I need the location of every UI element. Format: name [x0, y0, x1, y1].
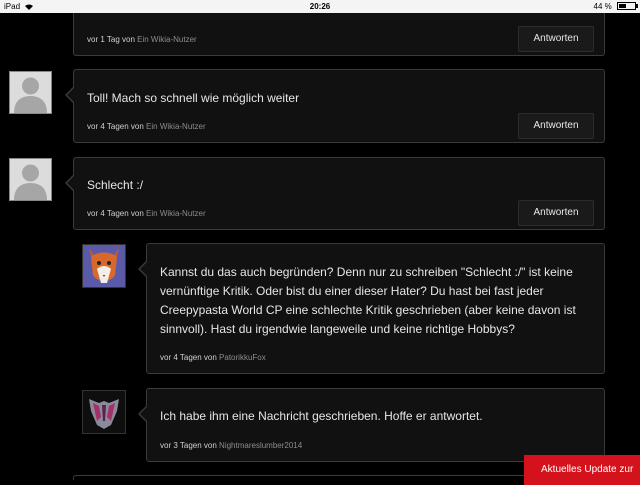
comment-author-link[interactable]: Ein Wikia-Nutzer: [146, 209, 206, 218]
next-comment-edge: [73, 475, 533, 480]
meta-by: von: [122, 35, 135, 44]
reply-time: vor 4 Tagen: [160, 353, 202, 362]
reply: Kannst du das auch begründen? Denn nur z…: [138, 243, 605, 374]
comment-time: vor 1 Tag: [87, 35, 120, 44]
fox-avatar[interactable]: [82, 244, 126, 288]
battery-status: 44 %: [593, 0, 638, 13]
reply-meta: vor 4 Tagen von PatorikkuFox: [160, 353, 266, 362]
comment: Schlecht :/ vor 4 Tagen von Ein Wikia-Nu…: [65, 157, 605, 230]
reply-text: Kannst du das auch begründen? Denn nur z…: [160, 265, 576, 336]
battery-icon: [617, 2, 638, 10]
comment-time: vor 4 Tagen: [87, 209, 129, 218]
comment-time: vor 4 Tagen: [87, 122, 129, 131]
meta-by: von: [203, 441, 217, 450]
speech-arrow: [65, 86, 75, 104]
comment-meta: vor 4 Tagen von Ein Wikia-Nutzer: [87, 209, 206, 218]
reply-meta: vor 3 Tagen von Nightmareslumber2014: [160, 441, 302, 450]
comment-author-link[interactable]: Ein Wikia-Nutzer: [146, 122, 206, 131]
battery-fill: [619, 4, 626, 8]
reply-button[interactable]: Antworten: [518, 113, 594, 139]
comment-text: Toll! Mach so schnell wie möglich weiter: [87, 91, 300, 105]
reply-author-link[interactable]: PatorikkuFox: [219, 353, 266, 362]
meta-by: von: [130, 122, 144, 131]
reply: Ich habe ihm eine Nachricht geschrieben.…: [138, 388, 605, 462]
reply-author-link[interactable]: Nightmareslumber2014: [219, 441, 302, 450]
comment-text: Schlecht :/: [87, 178, 144, 192]
update-notification-text: Aktuelles Update zur: [541, 464, 634, 475]
status-bar: iPad 20:26 44 %: [0, 0, 640, 13]
clock: 20:26: [309, 2, 331, 11]
meta-by: von: [203, 353, 217, 362]
comment: vor 1 Tag von Ein Wikia-Nutzer Antworten: [73, 13, 605, 56]
default-avatar-icon[interactable]: [9, 71, 52, 114]
comment-meta: vor 4 Tagen von Ein Wikia-Nutzer: [87, 122, 206, 131]
reply-button[interactable]: Antworten: [518, 26, 594, 52]
speech-arrow: [65, 174, 75, 192]
meta-by: von: [130, 209, 144, 218]
update-notification[interactable]: Aktuelles Update zur: [524, 455, 640, 485]
reply-button[interactable]: Antworten: [518, 200, 594, 226]
comment-author-link[interactable]: Ein Wikia-Nutzer: [137, 35, 197, 44]
comment-meta: vor 1 Tag von Ein Wikia-Nutzer: [87, 35, 197, 44]
speech-arrow: [138, 260, 148, 278]
reply-time: vor 3 Tagen: [160, 441, 202, 450]
battery-percent: 44 %: [593, 2, 612, 11]
comment: Toll! Mach so schnell wie möglich weiter…: [65, 69, 605, 143]
reply-text: Ich habe ihm eine Nachricht geschrieben.…: [160, 409, 483, 423]
default-avatar-icon[interactable]: [9, 158, 52, 201]
speech-arrow: [138, 405, 148, 423]
decepticon-avatar[interactable]: [82, 390, 126, 434]
